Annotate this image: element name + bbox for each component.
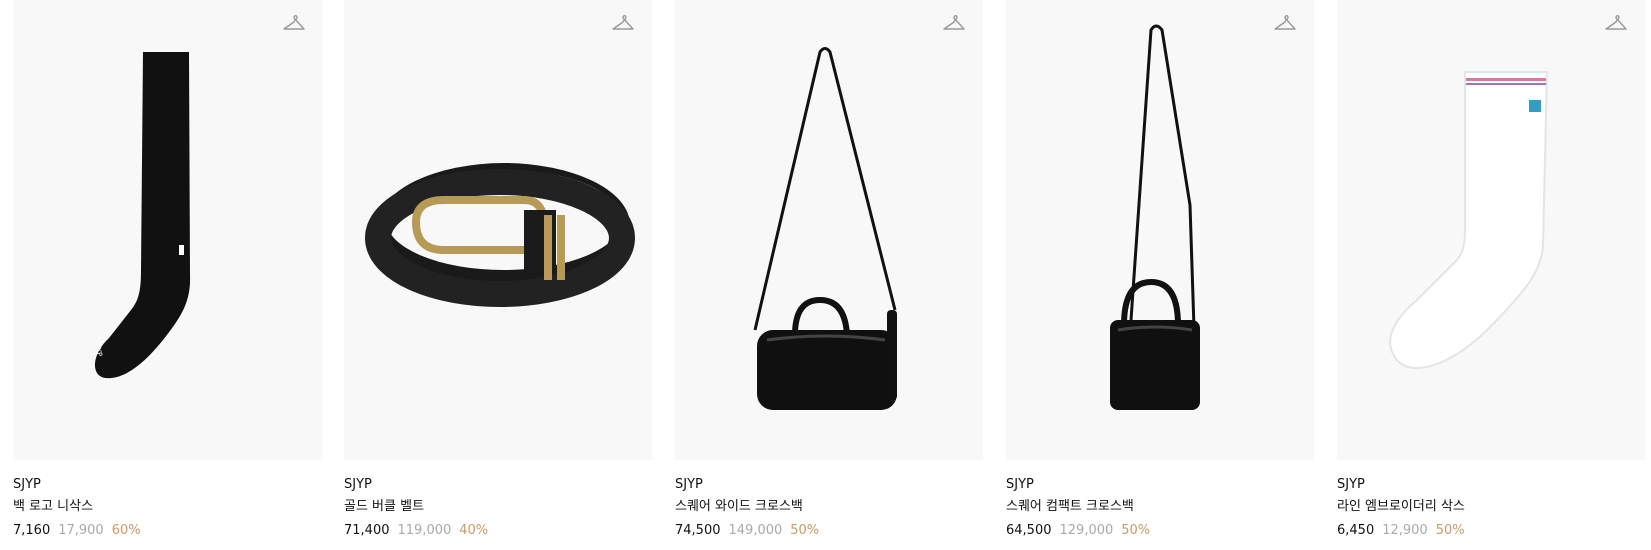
- product-brand[interactable]: SJYP: [1006, 477, 1314, 499]
- price-row: 74,500 149,000 50%: [675, 523, 983, 539]
- product-name[interactable]: 스퀘어 컴팩트 크로스백: [1006, 499, 1314, 523]
- original-price: 129,000: [1059, 523, 1114, 538]
- wide-bag-image: [753, 47, 897, 410]
- white-sock-image: [1389, 71, 1549, 370]
- product-image[interactable]: SJYP: [13, 0, 323, 460]
- product-card[interactable]: SJYP 스퀘어 와이드 크로스백 74,500 149,000 50%: [675, 0, 983, 550]
- product-image[interactable]: [1337, 0, 1645, 460]
- original-price: 17,900: [58, 523, 104, 538]
- hanger-icon[interactable]: [281, 12, 307, 34]
- product-image[interactable]: [344, 0, 652, 460]
- discount-rate: 50%: [1121, 523, 1151, 538]
- product-brand[interactable]: SJYP: [1337, 477, 1645, 499]
- hanger-icon[interactable]: [1272, 12, 1298, 34]
- product-image[interactable]: [1006, 0, 1314, 460]
- hanger-icon[interactable]: [1603, 12, 1629, 34]
- original-price: 12,900: [1382, 523, 1428, 538]
- product-card[interactable]: SJYP 스퀘어 컴팩트 크로스백 64,500 129,000 50%: [1006, 0, 1314, 550]
- sale-price: 7,160: [13, 523, 51, 538]
- product-image[interactable]: [675, 0, 983, 460]
- product-info: SJYP 골드 버클 벨트 71,400 119,000 40%: [344, 460, 652, 539]
- product-grid: SJYP SJYP 백 로고 니삭스 7,160 17,900 60% SJYP…: [0, 0, 1651, 550]
- product-brand[interactable]: SJYP: [13, 477, 323, 499]
- sale-price: 71,400: [344, 523, 390, 538]
- discount-rate: 50%: [1435, 523, 1465, 538]
- discount-rate: 40%: [459, 523, 489, 538]
- belt-image: [365, 163, 635, 307]
- price-row: 7,160 17,900 60%: [13, 523, 323, 539]
- svg-text:SJYP: SJYP: [93, 341, 103, 357]
- product-brand[interactable]: SJYP: [344, 477, 652, 499]
- product-card[interactable]: SJYP 골드 버클 벨트 71,400 119,000 40%: [344, 0, 652, 550]
- product-name[interactable]: 라인 엠브로이더리 삭스: [1337, 499, 1645, 523]
- sale-price: 6,450: [1337, 523, 1375, 538]
- product-card[interactable]: SJYP SJYP 백 로고 니삭스 7,160 17,900 60%: [13, 0, 323, 550]
- sale-price: 64,500: [1006, 523, 1052, 538]
- product-name[interactable]: 백 로고 니삭스: [13, 499, 323, 523]
- product-brand[interactable]: SJYP: [675, 477, 983, 499]
- discount-rate: 50%: [790, 523, 820, 538]
- price-row: 64,500 129,000 50%: [1006, 523, 1314, 539]
- original-price: 149,000: [728, 523, 783, 538]
- product-info: SJYP 백 로고 니삭스 7,160 17,900 60%: [13, 460, 323, 539]
- price-row: 71,400 119,000 40%: [344, 523, 652, 539]
- hanger-icon[interactable]: [941, 12, 967, 34]
- product-info: SJYP 스퀘어 와이드 크로스백 74,500 149,000 50%: [675, 460, 983, 539]
- discount-rate: 60%: [111, 523, 141, 538]
- product-name[interactable]: 골드 버클 벨트: [344, 499, 652, 523]
- sale-price: 74,500: [675, 523, 721, 538]
- product-info: SJYP 라인 엠브로이더리 삭스 6,450 12,900 50%: [1337, 460, 1645, 539]
- product-name[interactable]: 스퀘어 와이드 크로스백: [675, 499, 983, 523]
- compact-bag-image: [1110, 24, 1200, 410]
- product-info: SJYP 스퀘어 컴팩트 크로스백 64,500 129,000 50%: [1006, 460, 1314, 539]
- price-row: 6,450 12,900 50%: [1337, 523, 1645, 539]
- original-price: 119,000: [397, 523, 452, 538]
- hanger-icon[interactable]: [610, 12, 636, 34]
- knee-sock-image: SJYP: [93, 52, 191, 379]
- product-card[interactable]: SJYP 라인 엠브로이더리 삭스 6,450 12,900 50%: [1337, 0, 1645, 550]
